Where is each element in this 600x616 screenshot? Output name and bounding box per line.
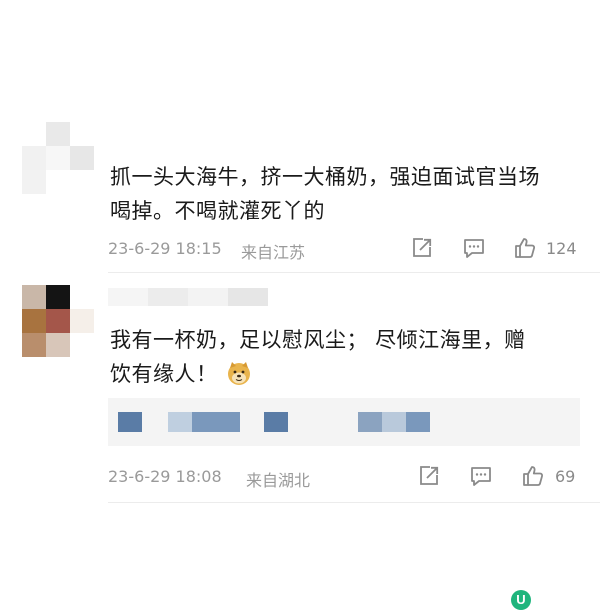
comment-text-segment: 饮有缘人！ <box>110 362 218 386</box>
like-count: 69 <box>555 467 576 486</box>
avatar[interactable] <box>22 285 94 357</box>
reply-preview-blurred[interactable] <box>108 398 580 446</box>
watermark-logo: U <box>511 590 531 610</box>
comment-time: 23-6-29 18:08 <box>108 467 222 486</box>
comment-text-line: 我有一杯奶，足以慰风尘； 尽倾江海里，赠 <box>110 328 526 352</box>
share-icon[interactable] <box>417 464 441 488</box>
comment-text-line: 饮有缘人！ <box>110 357 580 391</box>
comment-text: 我有一杯奶，足以慰风尘； 尽倾江海里，赠 饮有缘人！ <box>110 323 580 391</box>
like-icon[interactable] <box>521 464 545 488</box>
username-blurred[interactable] <box>108 288 268 306</box>
comment-meta: 23-6-29 18:08 来自湖北 69 <box>108 464 588 490</box>
comment-item: 我有一杯奶，足以慰风尘； 尽倾江海里，赠 饮有缘人！ 23-6-29 18:08… <box>0 0 600 520</box>
divider <box>108 502 600 503</box>
doge-emoji-icon <box>226 360 252 386</box>
comment-icon[interactable] <box>469 464 493 488</box>
comment-location: 来自湖北 <box>246 471 311 490</box>
